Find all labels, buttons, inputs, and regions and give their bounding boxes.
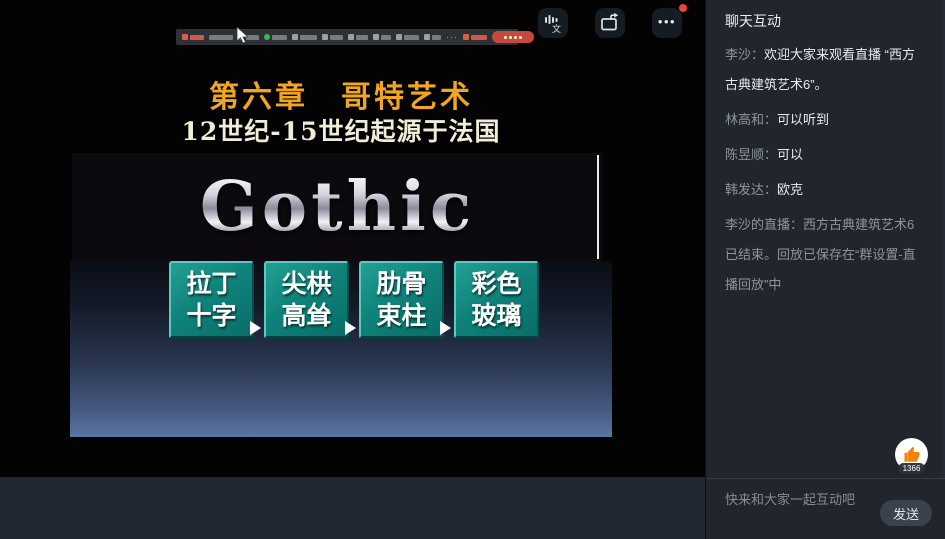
notification-red-dot [679,4,687,12]
settings-icon[interactable] [424,34,441,40]
chat-message-list: 李沙：欢迎大家来观看直播 “西方古典建筑艺术6”。 林高和：可以听到 陈昱顺：可… [706,40,945,305]
slide-subtitle: 12世纪-15世纪起源于法国 [70,112,612,148]
chat-panel: 聊天互动 李沙：欢迎大家来观看直播 “西方古典建筑艺术6”。 林高和：可以听到 … [705,0,945,539]
flow-box-text: 彩色 [471,268,521,299]
chat-sender-name: 韩发达： [725,182,777,197]
chat-sender-name: 林高和： [725,112,777,127]
like-count-badge: 1366 [898,463,926,474]
flow-arrow-icon [250,321,261,335]
slide-chapter-title: 第六章 哥特艺术 [70,72,612,116]
chat-message: 韩发达：欧克 [725,175,926,205]
like-button[interactable]: 1366 [895,438,928,471]
chat-input-area: 发送 [706,478,945,539]
record-icon[interactable] [396,34,419,40]
chat-message: 林高和：可以听到 [725,105,926,135]
more-icon[interactable]: ··· [446,33,458,42]
thumbs-up-icon [903,446,921,464]
chat-icon[interactable] [373,34,391,40]
rotate-screen-button[interactable] [595,8,625,38]
mic-icon[interactable] [264,34,287,40]
flow-box-text: 束柱 [376,300,426,331]
host-info-bar: 主播: 李沙 标题: 西方古典建筑艺术6 [0,477,705,539]
chat-scrollbar[interactable] [941,0,945,478]
members-icon[interactable] [348,34,368,40]
flow-box-rib-columns: 肋骨 束柱 [359,261,444,339]
flow-box-text: 拉丁 [186,268,236,299]
video-stage: ··· 文 ••• [0,0,705,477]
more-options-icon: ••• [658,14,676,29]
more-options-button[interactable]: ••• [652,8,682,38]
live-stream-window: ··· 文 ••• [0,0,945,539]
flow-box-text: 高耸 [281,300,331,331]
flow-box-pointed-arch: 尖栱 高耸 [264,261,349,339]
gothic-banner-text: Gothic [200,173,476,241]
flow-box-text: 玻璃 [471,300,521,331]
chat-sender-name: 李沙： [725,47,764,62]
chat-message-text: 欧克 [777,182,803,197]
screen-share-toolbar[interactable]: ··· [176,29,518,45]
end-share-button[interactable] [492,31,534,43]
chat-panel-title: 聊天互动 [725,11,781,31]
share-screen-icon[interactable] [322,34,343,40]
send-button[interactable]: 发送 [880,500,932,526]
chat-sender-name: 陈昱顺： [725,147,777,162]
mouse-cursor [236,26,249,45]
live-indicator-icon [182,34,204,40]
flow-box-latin-cross: 拉丁 十字 [169,261,254,339]
chat-sender-name: 李沙的直播： [725,217,803,232]
rotate-screen-icon [599,12,621,34]
chat-message-text: 可以 [777,147,803,162]
flow-arrow-icon [440,321,451,335]
banner-divider-line [597,155,599,259]
share-timer [209,35,233,40]
chat-message-text: 可以听到 [777,112,829,127]
chat-input[interactable] [723,487,872,511]
chat-system-message: 李沙的直播：西方古典建筑艺术6 已结束。回放已保存在“群设置-直播回放”中 [725,210,926,300]
flow-box-stained-glass: 彩色 玻璃 [454,261,539,339]
chat-message: 李沙：欢迎大家来观看直播 “西方古典建筑艺术6”。 [725,40,926,100]
flow-arrow-icon [345,321,356,335]
flow-box-text: 肋骨 [376,268,426,299]
flow-box-text: 十字 [186,300,236,331]
camera-icon[interactable] [292,34,317,40]
voice-to-text-button[interactable]: 文 [538,8,568,38]
gothic-banner: Gothic [72,153,603,261]
svg-text:文: 文 [552,23,561,33]
exit-fullscreen-icon[interactable] [463,34,487,40]
flow-box-text: 尖栱 [281,268,331,299]
voice-to-text-icon: 文 [543,13,563,33]
chat-message: 陈昱顺：可以 [725,140,926,170]
